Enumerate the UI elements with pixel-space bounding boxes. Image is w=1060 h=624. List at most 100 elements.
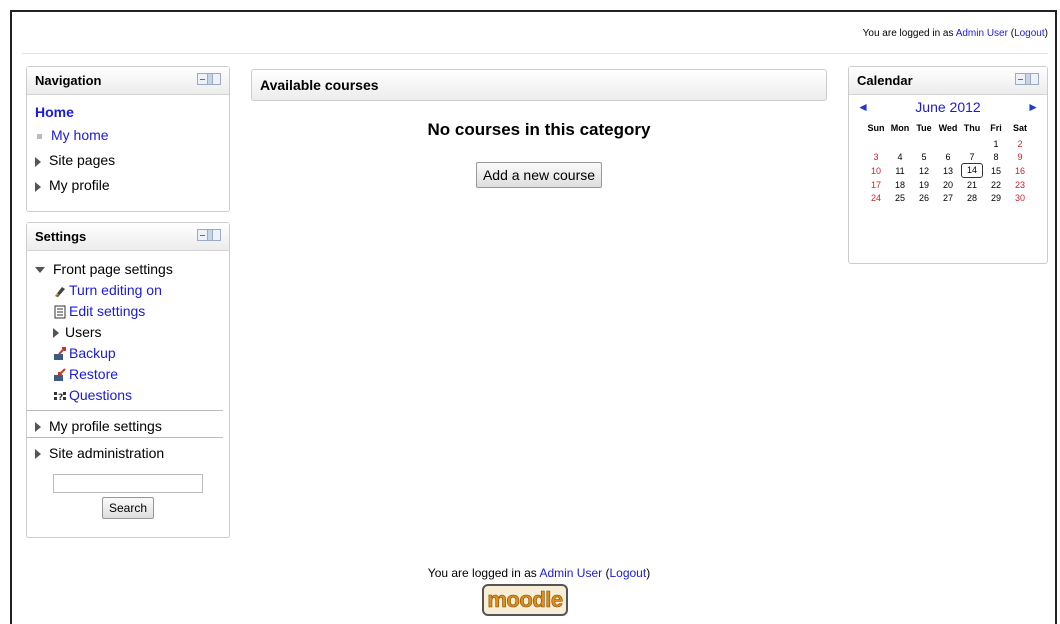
expand-arrow-icon: [53, 328, 59, 339]
calendar-empty-cell: [888, 137, 912, 150]
calendar-week-row: 10 11 12 13 14 15 16: [864, 163, 1032, 178]
dock-block-icon[interactable]: [197, 73, 221, 85]
calendar-today-label[interactable]: 14: [961, 163, 983, 178]
calendar-day[interactable]: 22: [984, 178, 1008, 191]
footer-login-text: You are logged in as: [427, 566, 540, 580]
calendar-day[interactable]: 21: [960, 178, 984, 191]
calendar-day[interactable]: 5: [912, 150, 936, 163]
calendar-day[interactable]: 3: [864, 150, 888, 163]
calendar-day[interactable]: 25: [888, 191, 912, 204]
users-label[interactable]: Users: [65, 324, 102, 340]
settings-title: Settings: [35, 229, 87, 244]
edit-settings-link[interactable]: Edit settings: [69, 303, 145, 319]
nav-item-site-pages[interactable]: Site pages: [27, 148, 229, 173]
my-profile-settings-label[interactable]: My profile settings: [49, 418, 162, 434]
moodle-logo[interactable]: moodle: [482, 584, 568, 616]
calendar-day[interactable]: 16: [1008, 163, 1032, 178]
calendar-day[interactable]: 30: [1008, 191, 1032, 204]
settings-my-profile-settings[interactable]: My profile settings: [27, 411, 229, 437]
calendar-day[interactable]: 10: [864, 163, 888, 178]
calendar-weekday-sun: Sun: [867, 123, 885, 133]
calendar-day[interactable]: 2: [1008, 137, 1032, 150]
document-icon: [54, 305, 66, 319]
settings-backup[interactable]: Backup: [35, 343, 229, 364]
settings-restore[interactable]: Restore: [35, 364, 229, 385]
user-profile-link[interactable]: Admin User: [956, 28, 1008, 39]
logout-link[interactable]: Logout: [1014, 28, 1045, 39]
settings-turn-editing-on[interactable]: Turn editing on: [35, 280, 229, 301]
footer-user-link[interactable]: Admin User: [539, 566, 602, 580]
nav-my-profile-label[interactable]: My profile: [49, 177, 110, 193]
calendar-day[interactable]: 13: [936, 163, 960, 178]
calendar-day[interactable]: 17: [864, 178, 888, 191]
footer-logout-link[interactable]: Logout: [609, 566, 646, 580]
questions-link[interactable]: Questions: [69, 387, 132, 403]
expand-arrow-icon: [35, 422, 41, 433]
settings-search-input[interactable]: [53, 474, 203, 493]
nav-site-pages-label[interactable]: Site pages: [49, 152, 115, 168]
calendar-week-row: 3456789: [864, 150, 1032, 163]
backup-link[interactable]: Backup: [69, 345, 116, 361]
calendar-week-row: 17 18 19 20 21 22 23: [864, 178, 1032, 191]
settings-questions[interactable]: ? Questions: [35, 385, 229, 406]
add-new-course-button[interactable]: Add a new course: [475, 162, 603, 188]
calendar-weekday-wed: Wed: [938, 123, 958, 133]
calendar-weekday-thu: Thu: [963, 123, 981, 133]
calendar-prev-month-arrow[interactable]: ◄: [857, 95, 869, 119]
footer-paren-close: ): [646, 566, 651, 580]
calendar-day[interactable]: 12: [912, 163, 936, 178]
navigation-header: Navigation: [27, 67, 229, 95]
settings-block: Settings Front page settings Turn editin…: [26, 222, 230, 538]
restore-icon: [54, 368, 66, 382]
calendar-day[interactable]: 15: [984, 163, 1008, 178]
calendar-day[interactable]: 29: [984, 191, 1008, 204]
settings-header: Settings: [27, 223, 229, 251]
expand-arrow-icon: [35, 181, 41, 192]
calendar-day[interactable]: 4: [888, 150, 912, 163]
calendar-week-row: 12: [864, 137, 1032, 150]
login-info-footer: You are logged in as Admin User (Logout): [251, 566, 827, 580]
calendar-day[interactable]: 26: [912, 191, 936, 204]
calendar-day[interactable]: 23: [1008, 178, 1032, 191]
calendar-empty-cell: [936, 137, 960, 150]
calendar-day[interactable]: 7: [960, 150, 984, 163]
settings-edit-settings[interactable]: Edit settings: [35, 301, 229, 322]
calendar-day[interactable]: 11: [888, 163, 912, 178]
settings-site-administration[interactable]: Site administration: [27, 438, 229, 464]
edit-pencil-icon: [55, 287, 65, 298]
calendar-month-label[interactable]: June 2012: [915, 99, 980, 115]
calendar-day[interactable]: 8: [984, 150, 1008, 163]
calendar-day[interactable]: 28: [960, 191, 984, 204]
calendar-day[interactable]: 27: [936, 191, 960, 204]
calendar-day[interactable]: 20: [936, 178, 960, 191]
nav-item-home[interactable]: Home: [27, 101, 229, 123]
calendar-day[interactable]: 18: [888, 178, 912, 191]
calendar-week-row: 24 25 26 27 28 29 30: [864, 191, 1032, 204]
logout-paren-close: ): [1044, 28, 1048, 39]
dock-block-icon[interactable]: [1015, 73, 1039, 85]
calendar-grid: Sun Mon Tue Wed Thu Fri Sat 1 2 3 4 5 6 7 8 9 10 11 12 13 1…: [864, 119, 1032, 204]
settings-users[interactable]: Users: [35, 322, 229, 343]
calendar-day[interactable]: 6: [936, 150, 960, 163]
turn-editing-on-link[interactable]: Turn editing on: [69, 282, 162, 298]
calendar-day[interactable]: 1: [984, 137, 1008, 150]
calendar-empty-cell: [912, 137, 936, 150]
settings-front-page[interactable]: Front page settings: [35, 259, 229, 280]
nav-my-home-link[interactable]: My home: [51, 127, 109, 143]
expand-arrow-icon: [35, 449, 41, 460]
site-administration-label[interactable]: Site administration: [49, 445, 164, 461]
collapse-arrow-icon: [35, 267, 45, 274]
calendar-empty-cell: [864, 137, 888, 150]
calendar-day-today[interactable]: 14: [960, 163, 984, 178]
calendar-day[interactable]: 9: [1008, 150, 1032, 163]
restore-link[interactable]: Restore: [69, 366, 118, 382]
calendar-next-month-arrow[interactable]: ►: [1027, 95, 1039, 119]
nav-item-my-profile[interactable]: My profile: [27, 173, 229, 198]
nav-item-my-home[interactable]: My home: [27, 123, 229, 148]
dock-block-icon[interactable]: [197, 229, 221, 241]
settings-search-button[interactable]: Search: [101, 497, 155, 519]
front-page-settings-label[interactable]: Front page settings: [53, 261, 173, 277]
calendar-day[interactable]: 19: [912, 178, 936, 191]
nav-home-link[interactable]: Home: [35, 104, 74, 120]
calendar-day[interactable]: 24: [864, 191, 888, 204]
